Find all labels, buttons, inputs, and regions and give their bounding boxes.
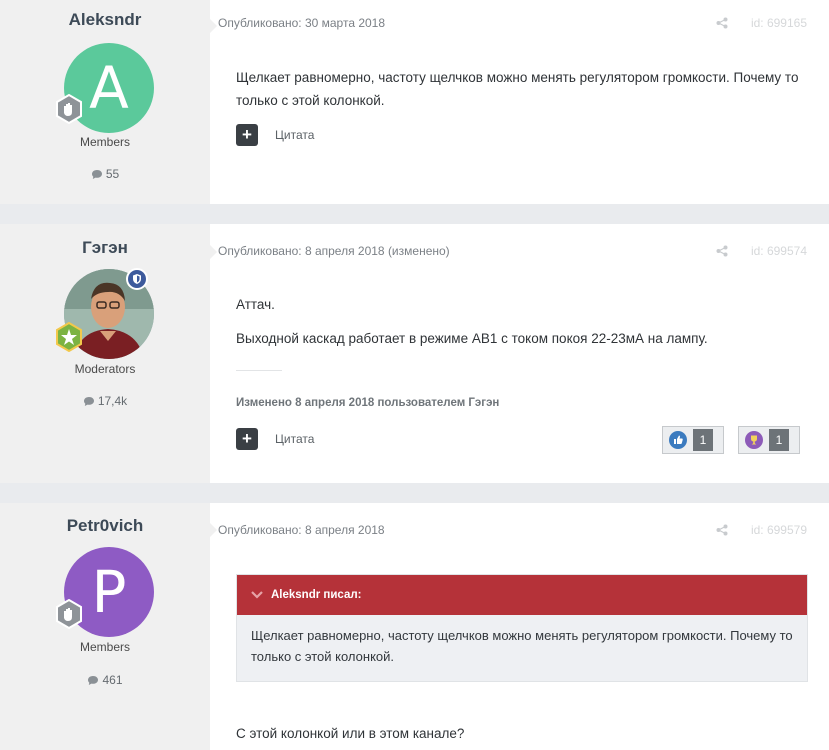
like-icon: [669, 431, 687, 449]
quote-button[interactable]: Цитата: [275, 432, 314, 446]
post-paragraph: С этой колонкой или в этом канале?: [236, 726, 465, 741]
post-699574: Гэгэн Moderators 17,4k Опубликовано: 8 а…: [0, 224, 829, 483]
post-content: Аттач. Выходной каскад работает в режиме…: [236, 293, 811, 350]
multiquote-button[interactable]: +: [236, 124, 258, 146]
reaction-trophy[interactable]: 1: [738, 426, 800, 454]
edit-divider: [236, 370, 282, 371]
post-id[interactable]: id: 699579: [751, 523, 807, 537]
author-group: Members: [79, 135, 130, 149]
post-paragraph: Аттач.: [236, 297, 275, 312]
quote-button[interactable]: Цитата: [275, 128, 314, 142]
shield-icon: [128, 270, 146, 288]
post-arrow: [209, 244, 217, 260]
post-body: Опубликовано: 8 апреля 2018 id: 699579 A…: [209, 503, 829, 750]
share-icon[interactable]: [716, 17, 728, 29]
post-paragraph: Щелкает равномерно, частоту щелчков можн…: [236, 70, 799, 108]
post-body: Опубликовано: 30 марта 2018 id: 699165 Щ…: [209, 0, 829, 204]
quote-header[interactable]: Aleksndr писал:: [237, 575, 807, 615]
share-icon[interactable]: [716, 245, 728, 257]
post-content: С этой колонкой или в этом канале?: [236, 722, 811, 745]
chevron-down-icon: [251, 591, 263, 599]
post-id[interactable]: id: 699165: [751, 16, 807, 30]
post-count-value: 17,4k: [97, 394, 128, 408]
reaction-like[interactable]: 1: [662, 426, 724, 454]
edited-note: Изменено 8 апреля 2018 пользователем Гэг…: [236, 397, 500, 409]
comment-icon: [83, 397, 94, 406]
rank-star-icon: [56, 322, 82, 352]
reaction-count: 1: [769, 429, 789, 451]
post-date[interactable]: Опубликовано: 8 апреля 2018: [218, 523, 385, 537]
reaction-count: 1: [693, 429, 713, 451]
post-count: 55: [0, 167, 210, 181]
avatar-letter: P: [91, 558, 127, 626]
post-count: 17,4k: [0, 394, 210, 408]
post-body: Опубликовано: 8 апреля 2018 (изменено) i…: [209, 224, 829, 483]
post-699579: Petr0vich P Members 461 Опубликовано: 8 …: [0, 503, 829, 750]
author-name[interactable]: Petr0vich: [0, 516, 210, 536]
share-icon[interactable]: [716, 524, 728, 536]
post-arrow: [209, 18, 217, 34]
post-content: Щелкает равномерно, частоту щелчков можн…: [236, 66, 811, 112]
quote-block: Aleksndr писал: Щелкает равномерно, част…: [236, 574, 808, 682]
post-date[interactable]: Опубликовано: 8 апреля 2018 (изменено): [218, 244, 450, 258]
author-group: Moderators: [74, 362, 136, 376]
quote-author: Aleksndr писал:: [271, 589, 362, 601]
post-paragraph: Выходной каскад работает в режиме AB1 с …: [236, 331, 708, 346]
comment-icon: [91, 170, 102, 179]
author-panel: Petr0vich P Members 461: [0, 503, 210, 750]
trophy-icon: [745, 431, 763, 449]
post-id[interactable]: id: 699574: [751, 244, 807, 258]
quote-text: Щелкает равномерно, частоту щелчков можн…: [251, 628, 793, 664]
author-panel: Aleksndr A Members 55: [0, 0, 210, 204]
post-count-value: 461: [102, 673, 123, 687]
post-count: 461: [0, 673, 210, 687]
author-name[interactable]: Гэгэн: [0, 238, 210, 258]
post-arrow: [209, 522, 217, 538]
moderator-badge: [126, 268, 148, 290]
author-name[interactable]: Aleksndr: [0, 10, 210, 30]
post-699165: Aleksndr A Members 55 Опубликовано: 30 м…: [0, 0, 829, 204]
post-date[interactable]: Опубликовано: 30 марта 2018: [218, 16, 385, 30]
multiquote-button[interactable]: +: [236, 428, 258, 450]
post-count-value: 55: [105, 167, 120, 181]
comment-icon: [88, 676, 99, 685]
rank-hand-icon: [56, 94, 82, 124]
avatar-letter: A: [89, 54, 129, 122]
author-panel: Гэгэн Moderators 17,4k: [0, 224, 210, 483]
author-group: Members: [79, 640, 130, 654]
rank-hand-icon: [56, 599, 82, 629]
